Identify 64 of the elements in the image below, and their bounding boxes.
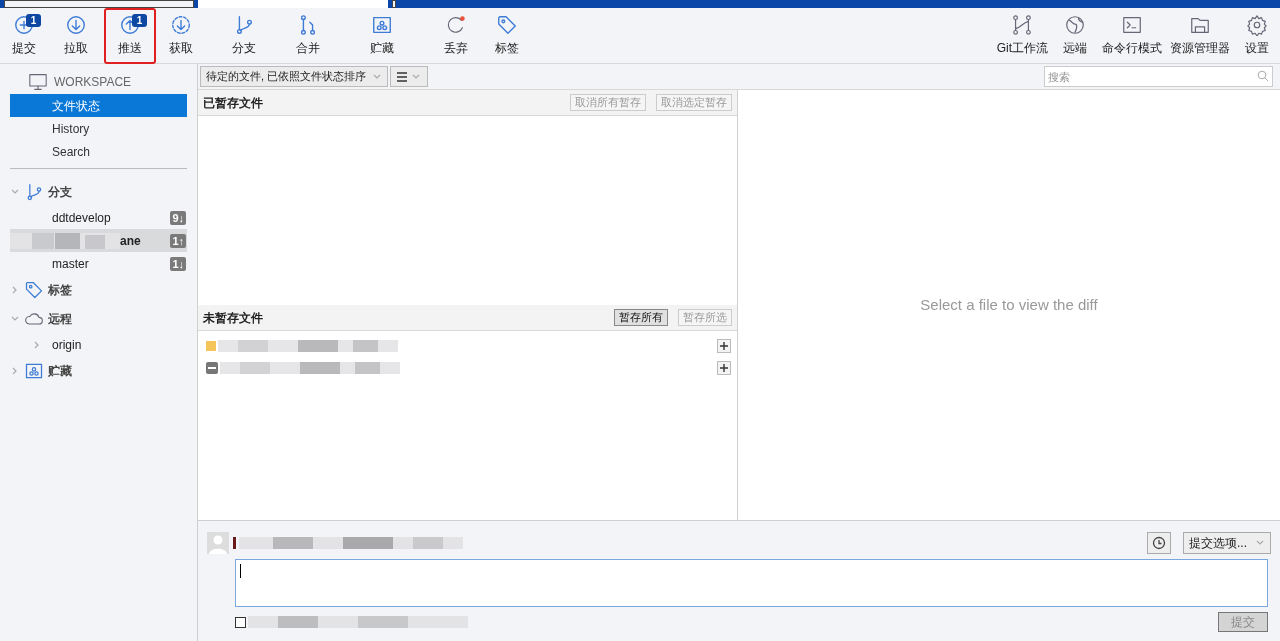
- search-icon[interactable]: [1257, 70, 1269, 82]
- globe-icon: [1064, 14, 1086, 36]
- panel-button[interactable]: 暂存所有: [614, 309, 668, 326]
- discard-icon: [445, 14, 467, 36]
- down-arrow-circle-icon: [65, 14, 87, 36]
- toolbar-button[interactable]: 获取: [156, 7, 206, 64]
- list-icon[interactable]: [397, 71, 408, 82]
- settings-icon: [1246, 14, 1268, 36]
- count-badge: 9↓: [170, 210, 186, 225]
- count-badge: 1: [132, 13, 147, 27]
- view-mode-dropdown[interactable]: [390, 66, 429, 87]
- branch-name: master: [52, 255, 89, 273]
- commit-message-field[interactable]: [235, 559, 1268, 607]
- window-tab[interactable]: [4, 0, 194, 8]
- sidebar-item[interactable]: History: [10, 117, 187, 140]
- sidebar-item[interactable]: Search: [10, 140, 187, 163]
- sidebar-item[interactable]: master 1↓: [10, 252, 187, 275]
- empty-diff-message: Select a file to view the diff: [920, 294, 1098, 315]
- history-button[interactable]: [1147, 532, 1171, 554]
- tag-icon: [24, 279, 44, 300]
- count-badge: 1↓: [170, 256, 186, 271]
- sidebar-item[interactable]: origin: [10, 333, 187, 356]
- toolbar-button[interactable]: 设置: [1234, 7, 1280, 64]
- toolbar-button[interactable]: Git工作流: [992, 7, 1052, 64]
- sort-dropdown[interactable]: 待定的文件, 已依照文件状态排序: [200, 66, 389, 87]
- count-badge: 1↑: [170, 233, 186, 248]
- count-badge: 1: [26, 13, 41, 27]
- branch-name: ddtdevelop: [52, 209, 111, 227]
- section-header: WORKSPACE: [54, 74, 132, 91]
- toolbar-button[interactable]: 1 提交: [0, 7, 48, 64]
- toolbar-button[interactable]: 分支: [206, 7, 282, 64]
- section-header[interactable]: 贮藏: [48, 361, 72, 380]
- stash-box-icon: [371, 14, 393, 36]
- branch-name: ane: [120, 232, 141, 250]
- panel-title: 已暂存文件: [203, 94, 264, 112]
- section-header[interactable]: 分支: [48, 182, 72, 201]
- stage-file-button[interactable]: [717, 361, 731, 375]
- toolbar-button[interactable]: 1 推送: [104, 7, 156, 64]
- up-arrow-circle-icon: [119, 14, 141, 36]
- terminal-icon: [1121, 14, 1143, 36]
- tag-icon: [496, 14, 518, 36]
- plus-circle-icon: [13, 14, 35, 36]
- toolbar-button[interactable]: 拉取: [48, 7, 104, 64]
- toolbar-button[interactable]: 合并: [282, 7, 334, 64]
- commit-options-dropdown[interactable]: 提交选项...: [1183, 532, 1271, 554]
- toolbar-button[interactable]: 命令行模式: [1098, 7, 1166, 64]
- toolbar-button[interactable]: 贮藏: [334, 7, 430, 64]
- search-field[interactable]: 搜索: [1044, 66, 1273, 87]
- toolbar-button[interactable]: 远端: [1052, 7, 1098, 64]
- panel-title: 未暂存文件: [203, 309, 264, 327]
- stage-file-button[interactable]: [717, 339, 731, 353]
- section-header[interactable]: 远程: [48, 309, 72, 328]
- avatar-icon: [207, 532, 229, 554]
- sidebar-item[interactable]: ane 1↑: [10, 229, 187, 252]
- toolbar-button[interactable]: 丢弃: [430, 7, 482, 64]
- sidebar-item[interactable]: ddtdevelop 9↓: [10, 206, 187, 229]
- window-tab[interactable]: [392, 0, 396, 8]
- sidebar-item[interactable]: 文件状态: [10, 94, 187, 117]
- checkbox[interactable]: [235, 616, 246, 628]
- toolbar-button[interactable]: 资源管理器: [1166, 7, 1234, 64]
- toolbar-button[interactable]: 标签: [482, 7, 532, 64]
- monitor-icon: [28, 73, 48, 91]
- git-flow-icon: [1011, 14, 1034, 36]
- section-header[interactable]: 标签: [48, 280, 72, 299]
